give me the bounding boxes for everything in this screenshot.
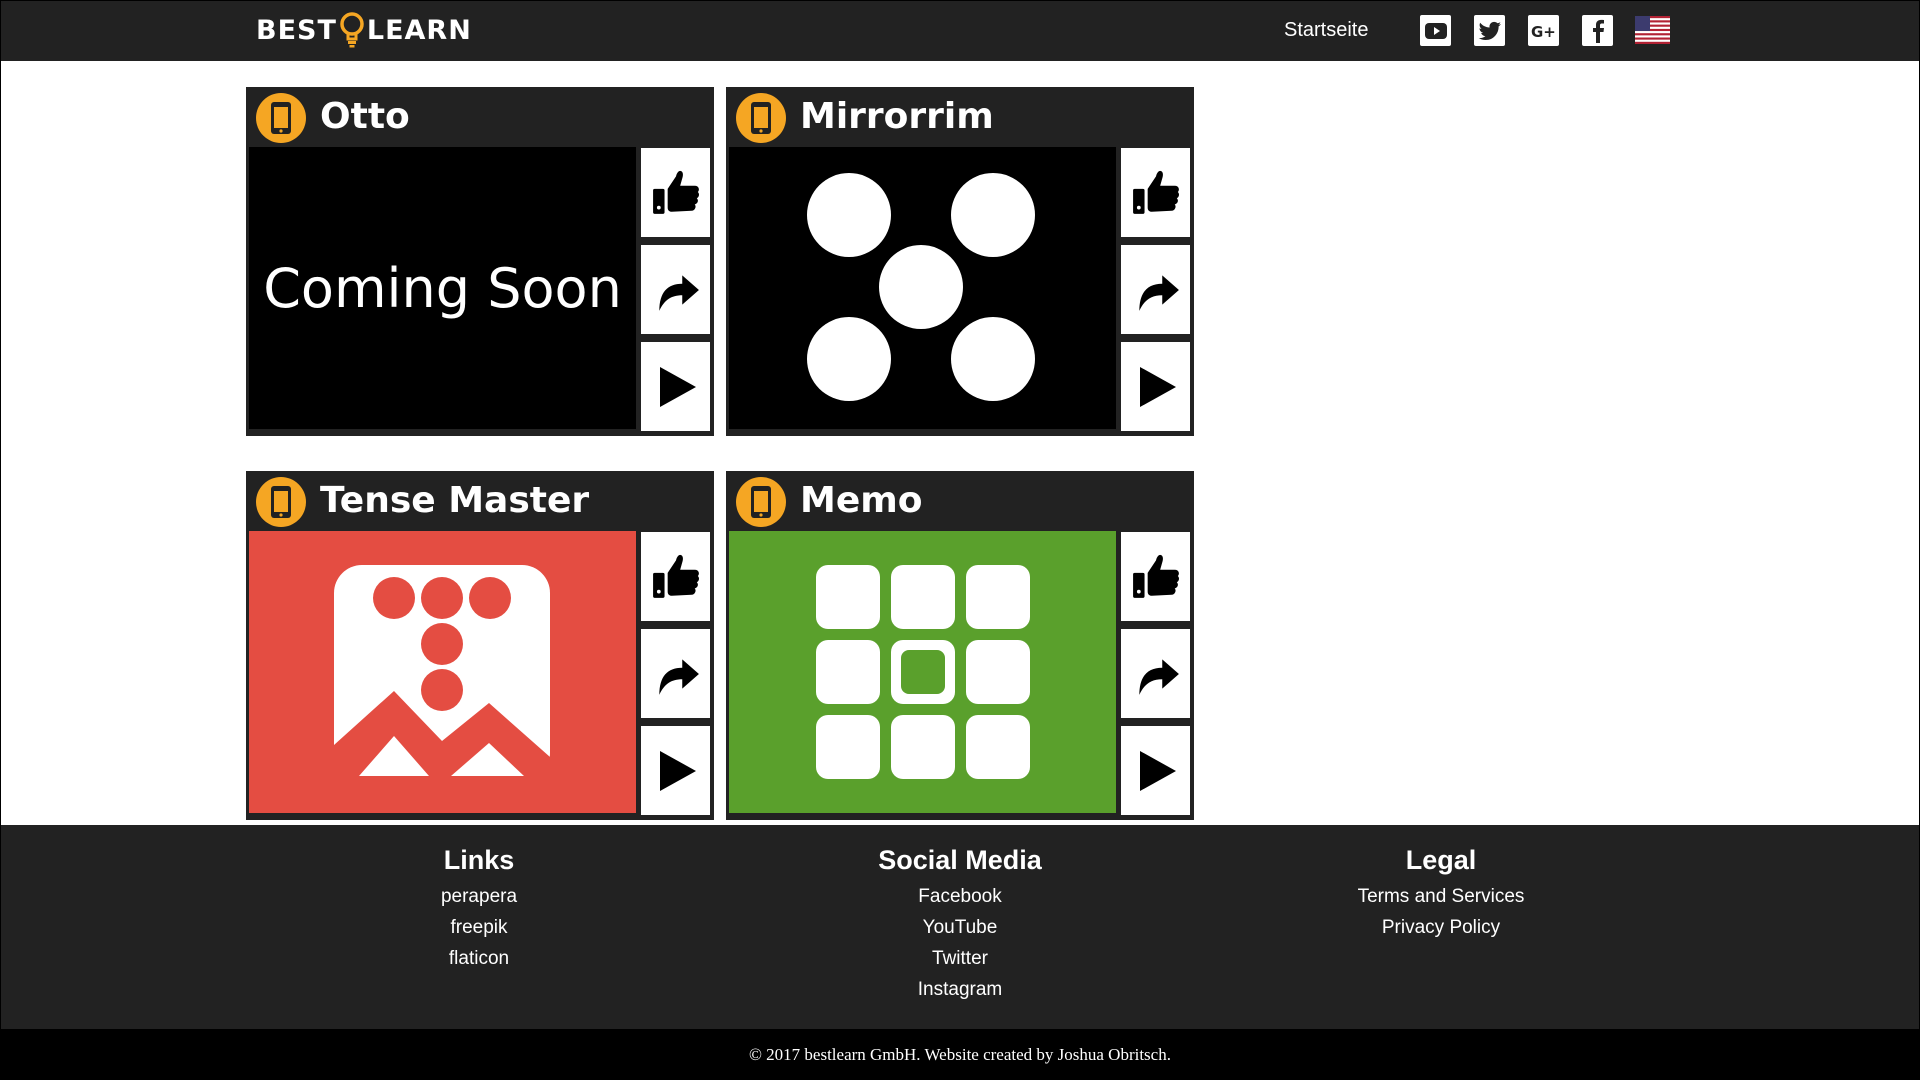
footer-link-perapera[interactable]: perapera	[279, 881, 679, 912]
card-actions	[1120, 531, 1191, 822]
footer-link-terms[interactable]: Terms and Services	[1241, 881, 1641, 912]
logo-text-left: BEST	[256, 14, 337, 46]
card-title: Memo	[800, 480, 923, 521]
play-button[interactable]	[1120, 341, 1191, 432]
thumbs-up-icon	[1132, 170, 1179, 214]
share-button[interactable]	[640, 628, 711, 719]
footer-legal-column: Legal Terms and Services Privacy Policy	[1241, 843, 1641, 943]
facebook-icon[interactable]	[1582, 15, 1613, 46]
bestlearn-logo[interactable]: BEST LEARN	[256, 12, 472, 48]
coming-soon-text: Coming Soon	[249, 147, 636, 429]
app-card-memo: Memo	[726, 471, 1194, 820]
footer-social-column: Social Media Facebook YouTube Twitter In…	[760, 843, 1160, 1005]
footer-link-youtube[interactable]: YouTube	[760, 912, 1160, 943]
copyright-bar: © 2017 bestlearn GmbH. Website created b…	[0, 1029, 1920, 1080]
footer-link-flaticon[interactable]: flaticon	[279, 943, 679, 974]
svg-text:G+: G+	[1531, 23, 1556, 41]
card-actions	[640, 531, 711, 822]
like-button[interactable]	[1120, 147, 1191, 238]
thumbs-up-icon	[652, 170, 699, 214]
thumbs-up-icon	[652, 554, 699, 598]
card-header: Mirrorrim	[726, 87, 1194, 147]
lightbulb-icon	[340, 12, 364, 48]
footer-link-facebook[interactable]: Facebook	[760, 881, 1160, 912]
logo-text-right: LEARN	[366, 14, 472, 46]
card-header: Memo	[726, 471, 1194, 531]
app-card-tense-master: Tense Master	[246, 471, 714, 820]
card-image[interactable]	[249, 531, 636, 813]
card-actions	[640, 147, 711, 438]
share-button[interactable]	[640, 244, 711, 335]
footer-link-twitter[interactable]: Twitter	[760, 943, 1160, 974]
app-card-otto: Otto Coming Soon	[246, 87, 714, 436]
five-dots-image	[729, 147, 1116, 429]
card-image[interactable]	[729, 147, 1116, 429]
play-icon	[659, 366, 696, 407]
card-title: Otto	[320, 96, 410, 137]
phone-icon	[736, 93, 786, 143]
card-image[interactable]: Coming Soon	[249, 147, 636, 429]
top-navbar: BEST LEARN Startseite G+	[0, 0, 1920, 61]
footer-link-privacy[interactable]: Privacy Policy	[1241, 912, 1641, 943]
share-arrow-icon	[658, 274, 699, 311]
youtube-icon[interactable]	[1420, 15, 1451, 46]
footer-link-instagram[interactable]: Instagram	[760, 974, 1160, 1005]
card-image[interactable]	[729, 531, 1116, 813]
play-button[interactable]	[1120, 725, 1191, 816]
like-button[interactable]	[640, 147, 711, 238]
phone-icon	[256, 93, 306, 143]
phone-icon	[256, 477, 306, 527]
like-button[interactable]	[640, 531, 711, 622]
share-button[interactable]	[1120, 628, 1191, 719]
app-card-mirrorrim: Mirrorrim	[726, 87, 1194, 436]
card-header: Otto	[246, 87, 714, 147]
footer-link-freepik[interactable]: freepik	[279, 912, 679, 943]
share-arrow-icon	[658, 658, 699, 695]
share-button[interactable]	[1120, 244, 1191, 335]
tense-master-logo	[249, 531, 636, 813]
google-plus-icon[interactable]: G+	[1528, 15, 1559, 46]
share-arrow-icon	[1138, 658, 1179, 695]
card-actions	[1120, 147, 1191, 438]
footer-legal-heading: Legal	[1405, 845, 1477, 875]
card-title: Tense Master	[320, 480, 590, 521]
phone-icon	[736, 477, 786, 527]
play-icon	[1139, 750, 1176, 791]
play-icon	[659, 750, 696, 791]
play-icon	[1139, 366, 1176, 407]
nav-startseite-link[interactable]: Startseite	[1284, 19, 1368, 42]
twitter-icon[interactable]	[1474, 15, 1505, 46]
footer-links-heading: Links	[443, 845, 515, 875]
like-button[interactable]	[1120, 531, 1191, 622]
play-button[interactable]	[640, 725, 711, 816]
us-flag-icon[interactable]	[1635, 16, 1670, 44]
card-header: Tense Master	[246, 471, 714, 531]
share-arrow-icon	[1138, 274, 1179, 311]
memo-grid-image	[729, 531, 1116, 813]
footer-social-heading: Social Media	[878, 845, 1042, 875]
footer-links-column: Links perapera freepik flaticon	[279, 843, 679, 974]
thumbs-up-icon	[1132, 554, 1179, 598]
card-title: Mirrorrim	[800, 96, 994, 137]
play-button[interactable]	[640, 341, 711, 432]
footer: Links perapera freepik flaticon Social M…	[0, 825, 1920, 1029]
